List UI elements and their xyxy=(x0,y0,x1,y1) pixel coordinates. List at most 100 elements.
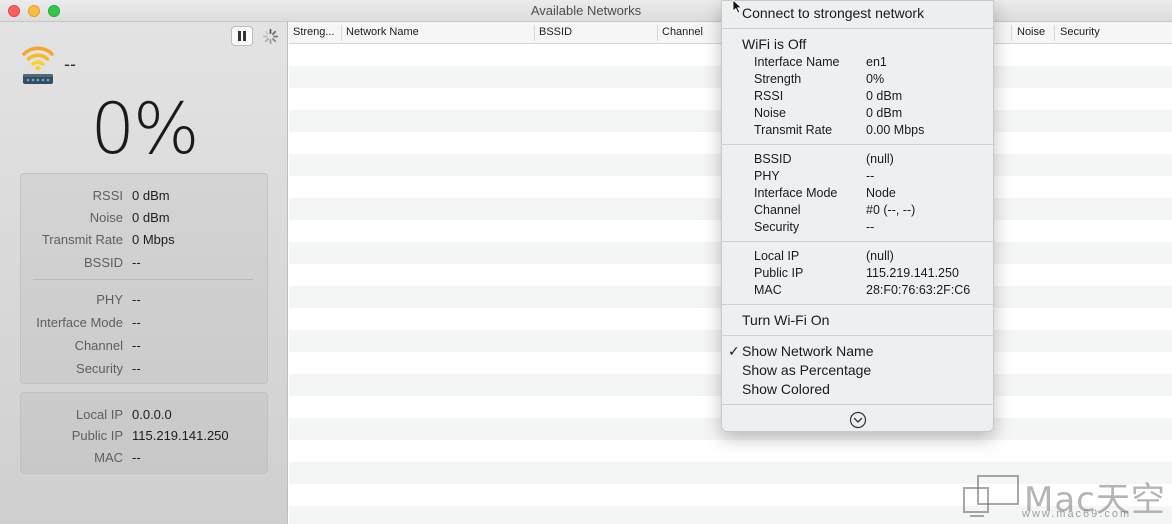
menu-detail-label: Interface Mode xyxy=(754,186,838,200)
menu-detail-value: 28:F0:76:63:2F:C6 xyxy=(866,283,971,297)
menu-separator xyxy=(722,241,995,242)
menu-detail-value: 0% xyxy=(866,72,885,86)
detail-row-security: Security -- xyxy=(21,361,269,379)
menu-separator xyxy=(722,28,995,29)
column-header-network-name[interactable]: Network Name xyxy=(346,26,419,38)
detail-label: BSSID xyxy=(83,255,123,270)
detail-label: RSSI xyxy=(92,188,123,203)
connect-strongest-menu-item[interactable]: Connect to strongest network xyxy=(742,5,924,21)
detail-value: -- xyxy=(132,338,141,353)
menu-detail-value: -- xyxy=(866,220,875,234)
show-as-percentage-menu-item[interactable]: Show as Percentage xyxy=(742,362,871,378)
monitor-logo-icon xyxy=(963,475,1019,517)
watermark: Mac天空 www.mac69.com xyxy=(962,472,1170,522)
menu-detail-value: -- xyxy=(866,169,875,183)
menu-detail-value: (null) xyxy=(866,152,894,166)
menu-detail-strength: Strength 0% xyxy=(722,72,995,89)
divider xyxy=(33,279,253,280)
detail-label: PHY xyxy=(96,292,123,307)
detail-value: 0.0.0.0 xyxy=(132,407,172,422)
menu-detail-value: (null) xyxy=(866,249,894,263)
detail-row-rssi: RSSI 0 dBm xyxy=(21,188,269,206)
detail-row-interface-mode: Interface Mode -- xyxy=(21,315,269,333)
menu-detail-label: Security xyxy=(754,220,800,234)
menu-detail-noise: Noise 0 dBm xyxy=(722,106,995,123)
menu-detail-phy: PHY -- xyxy=(722,169,995,186)
detail-row-channel: Channel -- xyxy=(21,338,269,356)
menu-detail-value: en1 xyxy=(866,55,887,69)
detail-value: -- xyxy=(132,361,141,376)
menu-detail-public-ip: Public IP 115.219.141.250 xyxy=(722,266,995,283)
menu-separator xyxy=(722,304,995,305)
menu-detail-value: #0 (--, --) xyxy=(866,203,916,217)
detail-label: Noise xyxy=(89,210,123,225)
detail-value: -- xyxy=(132,292,141,307)
menu-detail-label: Public IP xyxy=(754,266,804,280)
detail-label: Channel xyxy=(74,338,123,353)
status-sidebar: -- 0% RSSI 0 dBm Noise 0 dBm Transmit Ra… xyxy=(0,22,288,524)
menu-detail-label: BSSID xyxy=(754,152,792,166)
turn-wifi-on-menu-item[interactable]: Turn Wi-Fi On xyxy=(742,312,829,328)
detail-value: 0 Mbps xyxy=(132,232,175,247)
menu-detail-local-ip: Local IP (null) xyxy=(722,249,995,266)
wifi-status-menu: Connect to strongest network WiFi is Off… xyxy=(721,0,995,432)
current-ssid: -- xyxy=(64,54,76,74)
menu-detail-security: Security -- xyxy=(722,220,995,237)
column-separator[interactable] xyxy=(657,25,658,41)
detail-row-phy: PHY -- xyxy=(21,292,269,310)
menu-detail-label: PHY xyxy=(754,169,780,183)
wifi-status-label: WiFi is Off xyxy=(742,36,807,52)
menu-detail-value: 0 dBm xyxy=(866,106,903,120)
menu-separator xyxy=(722,335,995,336)
title-bar: Available Networks xyxy=(0,0,1172,22)
address-details-panel: Local IP 0.0.0.0 Public IP 115.219.141.2… xyxy=(20,392,268,474)
menu-detail-label: Noise xyxy=(754,106,786,120)
detail-row-public-ip: Public IP 115.219.141.250 xyxy=(21,428,269,446)
column-header-channel[interactable]: Channel xyxy=(662,26,703,38)
show-colored-menu-item[interactable]: Show Colored xyxy=(742,381,830,397)
detail-value: 0 dBm xyxy=(132,188,170,203)
detail-row-transmit-rate: Transmit Rate 0 Mbps xyxy=(21,232,269,250)
detail-value: 115.219.141.250 xyxy=(132,428,229,443)
detail-label: Transmit Rate xyxy=(41,232,123,247)
column-header-security[interactable]: Security xyxy=(1060,26,1100,38)
column-header-bssid[interactable]: BSSID xyxy=(539,26,572,38)
detail-row-local-ip: Local IP 0.0.0.0 xyxy=(21,407,269,425)
menu-detail-interface-name: Interface Name en1 xyxy=(722,55,995,72)
menu-detail-value: 115.219.141.250 xyxy=(866,266,959,280)
detail-value: -- xyxy=(132,315,141,330)
column-separator[interactable] xyxy=(534,25,535,41)
signal-strength-percent: 0% xyxy=(90,88,199,170)
detail-value: -- xyxy=(132,450,141,465)
column-separator[interactable] xyxy=(1054,25,1055,41)
menu-detail-label: Channel xyxy=(754,203,801,217)
detail-row-mac: MAC -- xyxy=(21,450,269,468)
menu-detail-label: Local IP xyxy=(754,249,800,263)
detail-label: Security xyxy=(76,361,123,376)
show-network-name-menu-item[interactable]: Show Network Name xyxy=(742,343,874,359)
pause-icon xyxy=(238,31,246,41)
menu-detail-label: MAC xyxy=(754,283,782,297)
window-title: Available Networks xyxy=(530,3,642,18)
menu-detail-bssid: BSSID (null) xyxy=(722,152,995,169)
menu-separator xyxy=(722,144,995,145)
detail-label: Interface Mode xyxy=(36,315,123,330)
pause-button[interactable] xyxy=(231,26,253,46)
chevron-down-icon[interactable] xyxy=(849,411,867,429)
table-row xyxy=(289,440,1172,462)
detail-value: -- xyxy=(132,255,141,270)
menu-detail-channel: Channel #0 (--, --) xyxy=(722,203,995,220)
loading-spinner-icon xyxy=(262,28,279,45)
signal-details-panel: RSSI 0 dBm Noise 0 dBm Transmit Rate 0 M… xyxy=(20,173,268,384)
menu-detail-interface-mode: Interface Mode Node xyxy=(722,186,995,203)
menu-detail-label: Interface Name xyxy=(754,55,840,69)
menu-detail-value: Node xyxy=(866,186,896,200)
column-header-noise[interactable]: Noise xyxy=(1017,26,1045,38)
column-separator[interactable] xyxy=(1011,25,1012,41)
detail-row-bssid: BSSID -- xyxy=(21,255,269,273)
menu-separator xyxy=(722,404,995,405)
mouse-pointer-icon xyxy=(732,0,743,14)
column-header-strength[interactable]: Streng... xyxy=(293,26,335,38)
column-separator[interactable] xyxy=(341,25,342,41)
watermark-url: www.mac69.com xyxy=(1022,508,1132,520)
